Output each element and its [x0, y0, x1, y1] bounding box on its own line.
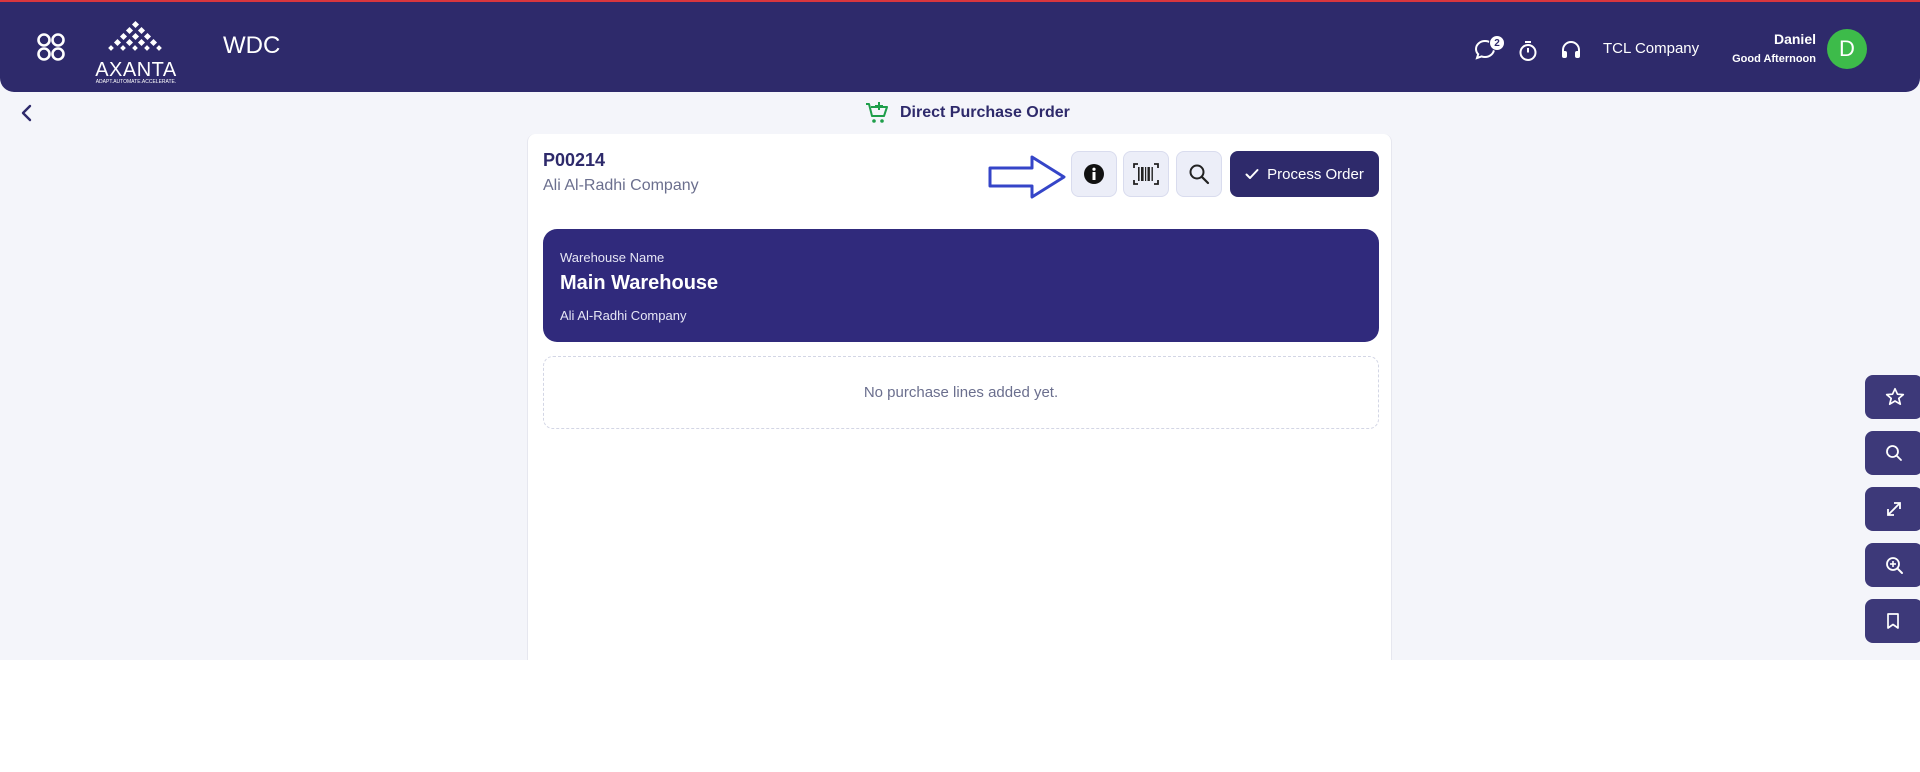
order-card: P00214 Ali Al-Radhi Company Process Orde…: [527, 134, 1392, 660]
app-name: WDC: [223, 32, 281, 59]
info-icon: [1084, 164, 1104, 184]
user-name: Daniel: [1773, 31, 1816, 47]
order-vendor: Ali Al-Radhi Company: [543, 177, 699, 194]
top-header: AXANTA ADAPT.AUTOMATE.ACCELERATE. WDC 2 …: [0, 2, 1920, 92]
app-root: AXANTA ADAPT.AUTOMATE.ACCELERATE. WDC 2 …: [0, 0, 1920, 660]
warehouse-label: Warehouse Name: [560, 250, 665, 265]
warehouse-name: Main Warehouse: [560, 272, 719, 294]
bookmark-button[interactable]: [1865, 599, 1920, 643]
stopwatch-icon[interactable]: [1516, 39, 1540, 63]
zoom-button[interactable]: [1865, 543, 1920, 587]
notification-badge: 2: [1489, 35, 1505, 51]
order-number: P00214: [543, 150, 606, 170]
back-chevron-icon[interactable]: [16, 101, 38, 125]
expand-icon: [1887, 502, 1901, 516]
star-icon: [1885, 387, 1905, 406]
warehouse-panel[interactable]: Warehouse Name Main Warehouse Ali Al-Rad…: [543, 229, 1379, 342]
search-button[interactable]: [1176, 151, 1222, 197]
company-selector[interactable]: TCL Company: [1603, 40, 1699, 57]
check-icon: [1245, 169, 1259, 179]
search-icon: [1189, 164, 1210, 185]
headset-icon[interactable]: [1559, 38, 1583, 62]
axanta-logo[interactable]: AXANTA ADAPT.AUTOMATE.ACCELERATE.: [92, 20, 180, 85]
pointer-arrow-icon: [988, 155, 1066, 199]
user-greeting: Good Afternoon: [1732, 53, 1816, 65]
logo-tagline: ADAPT.AUTOMATE.ACCELERATE.: [95, 79, 177, 85]
process-order-label: Process Order: [1267, 165, 1364, 183]
cart-add-icon: [866, 102, 888, 123]
bookmark-icon: [1887, 613, 1899, 629]
logo-mark: [108, 20, 162, 51]
info-button[interactable]: [1071, 151, 1117, 197]
search-icon: [1886, 445, 1902, 461]
warehouse-company: Ali Al-Radhi Company: [560, 308, 687, 323]
barcode-scan-button[interactable]: [1123, 151, 1169, 197]
logo-text: AXANTA: [95, 59, 177, 81]
page-heading: Direct Purchase Order: [864, 100, 1070, 126]
empty-message: No purchase lines added yet.: [863, 384, 1059, 401]
purchase-lines-empty-state: No purchase lines added yet.: [543, 356, 1379, 429]
user-avatar[interactable]: D: [1827, 29, 1867, 69]
zoom-in-icon: [1886, 556, 1903, 574]
expand-button[interactable]: [1865, 487, 1920, 531]
side-search-button[interactable]: [1865, 431, 1920, 475]
page-title: Direct Purchase Order: [900, 104, 1070, 121]
barcode-icon: [1133, 163, 1159, 185]
process-order-button[interactable]: Process Order: [1230, 151, 1379, 197]
favorite-button[interactable]: [1865, 375, 1920, 419]
apps-grid-icon[interactable]: [36, 32, 66, 62]
